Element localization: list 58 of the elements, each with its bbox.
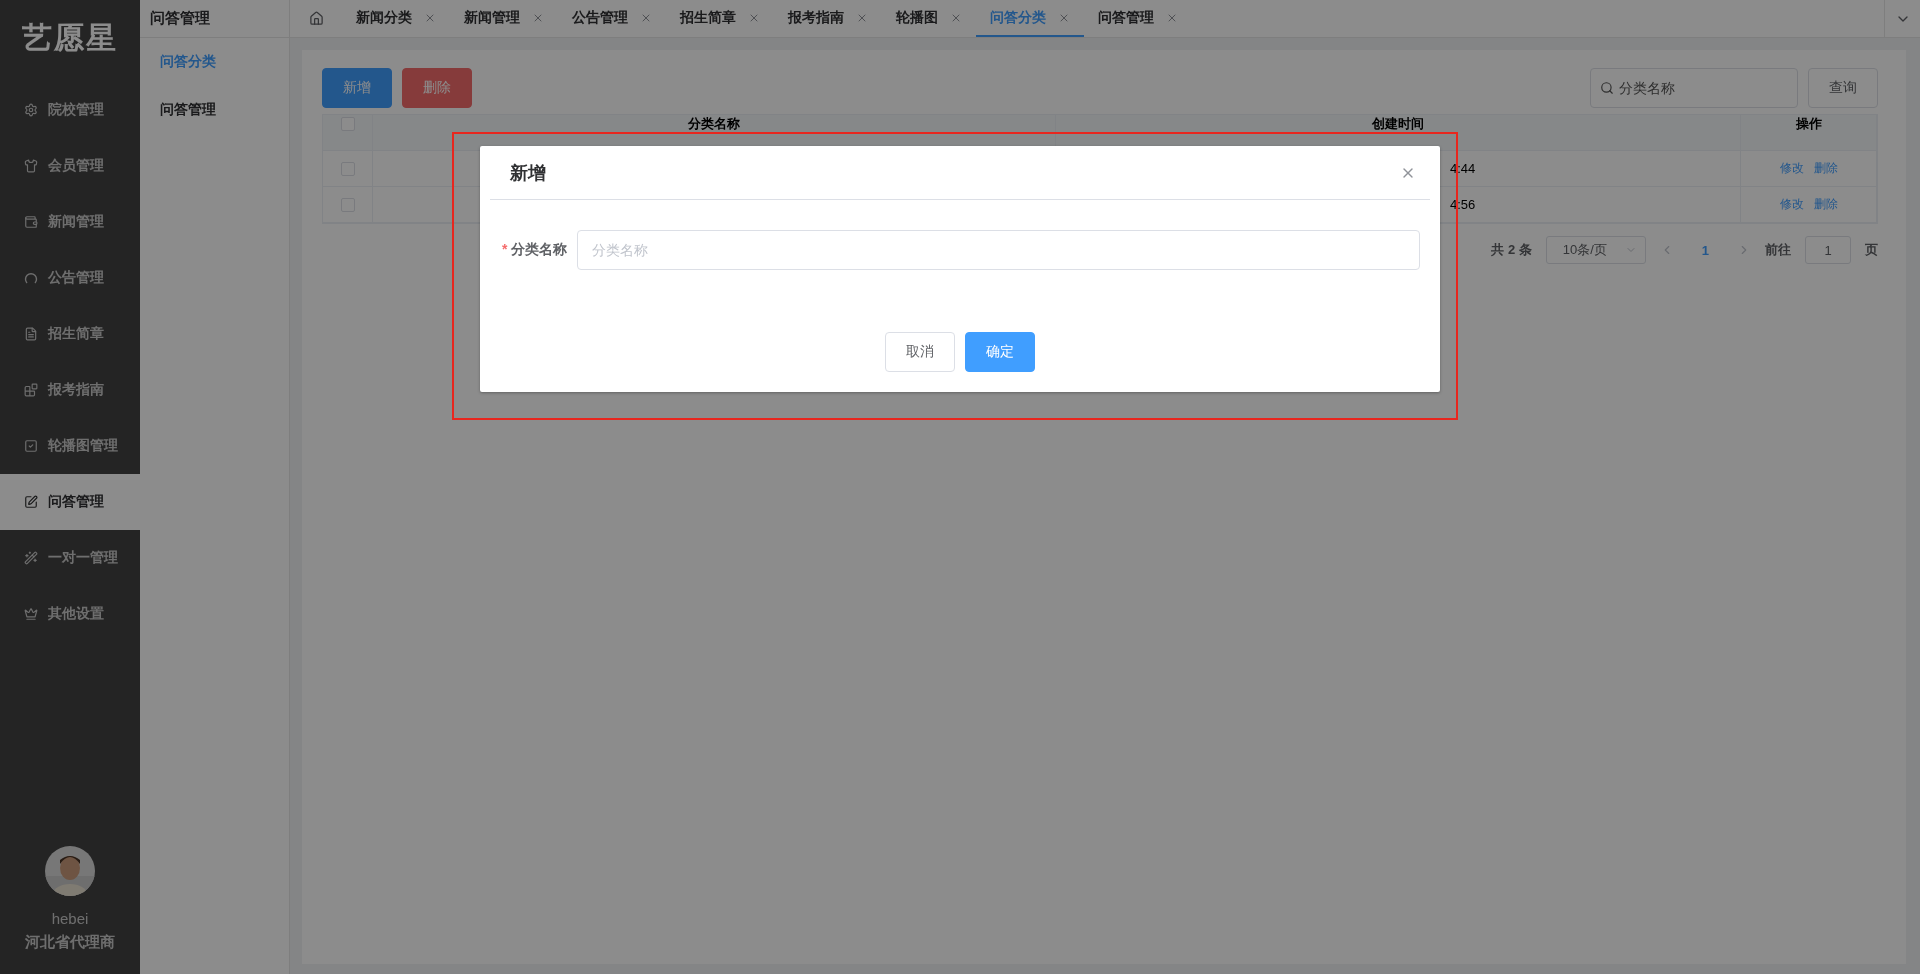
column-header: 分类名称 <box>688 117 740 133</box>
sidebar-item[interactable]: 报考指南 <box>0 362 140 418</box>
search-icon <box>1600 81 1614 95</box>
tab[interactable]: 问答分类 <box>976 0 1084 37</box>
settings-icon <box>24 103 38 117</box>
edit-icon <box>24 495 38 509</box>
sidebar-item[interactable]: 院校管理 <box>0 82 140 138</box>
page-size-select[interactable]: 10条/页 <box>1545 236 1646 264</box>
input-field[interactable]: 分类名称 <box>577 230 1420 270</box>
wallet-icon <box>24 215 38 229</box>
checkbox-icon <box>24 439 38 453</box>
sidebar-item[interactable]: 问答管理 <box>0 474 140 530</box>
sidebar-item[interactable]: 招生简章 <box>0 306 140 362</box>
tab[interactable]: 问答管理 <box>1084 0 1192 37</box>
goto-label: 前往 <box>1765 241 1791 259</box>
sidebar-item[interactable]: 新闻管理 <box>0 194 140 250</box>
page-input[interactable]: 1 <box>1805 236 1851 264</box>
ring-icon <box>24 271 38 285</box>
sidebar-item[interactable]: 其他设置 <box>0 586 140 642</box>
delete-link[interactable]: 删除 <box>1813 160 1838 177</box>
user-name: hebei <box>51 910 89 927</box>
query-button[interactable]: 查询 <box>1808 68 1878 108</box>
cancel-button[interactable]: 取消 <box>885 332 955 372</box>
crown-icon <box>24 607 38 621</box>
tab[interactable]: 新闻分类 <box>342 0 450 37</box>
edit-link[interactable]: 修改 <box>1779 196 1804 213</box>
submenu-item[interactable]: 问答管理 <box>140 86 289 134</box>
home-icon[interactable] <box>308 11 324 26</box>
edit-link[interactable]: 修改 <box>1779 160 1804 177</box>
delete-link[interactable]: 删除 <box>1813 196 1838 213</box>
sidebar-item[interactable]: 公告管理 <box>0 250 140 306</box>
confirm-button[interactable]: 确定 <box>965 332 1035 372</box>
column-header: 创建时间 <box>1372 117 1424 133</box>
document-icon <box>24 327 38 341</box>
column-header: 操作 <box>1795 117 1822 133</box>
sidebar-item[interactable]: 一对一管理 <box>0 530 140 586</box>
page-suffix: 页 <box>1865 241 1878 259</box>
dialog-title: 新增 <box>510 161 546 185</box>
logo: 艺愿星 <box>21 18 119 57</box>
shirt-icon <box>24 159 38 173</box>
tab[interactable]: 招生简章 <box>666 0 774 37</box>
page-number[interactable]: 1 <box>1687 242 1723 258</box>
submenu-item[interactable]: 问答分类 <box>140 38 289 86</box>
field-label: * 分类名称 <box>502 241 568 259</box>
total-count: 共 2 条 <box>1491 241 1532 259</box>
add-button[interactable]: 新增 <box>322 68 392 108</box>
user-role: 河北省代理商 <box>25 933 115 952</box>
tab[interactable]: 公告管理 <box>558 0 666 37</box>
wand-icon <box>24 551 38 565</box>
tab[interactable]: 报考指南 <box>774 0 882 37</box>
sidebar-item[interactable]: 会员管理 <box>0 138 140 194</box>
search-field[interactable]: 分类名称 <box>1590 68 1798 108</box>
tab[interactable]: 新闻管理 <box>450 0 558 37</box>
sidebar-item[interactable]: 轮播图管理 <box>0 418 140 474</box>
tab[interactable]: 轮播图 <box>882 0 976 37</box>
blocks-icon <box>24 383 38 397</box>
delete-button[interactable]: 删除 <box>402 68 472 108</box>
submenu-title: 问答管理 <box>140 0 289 38</box>
